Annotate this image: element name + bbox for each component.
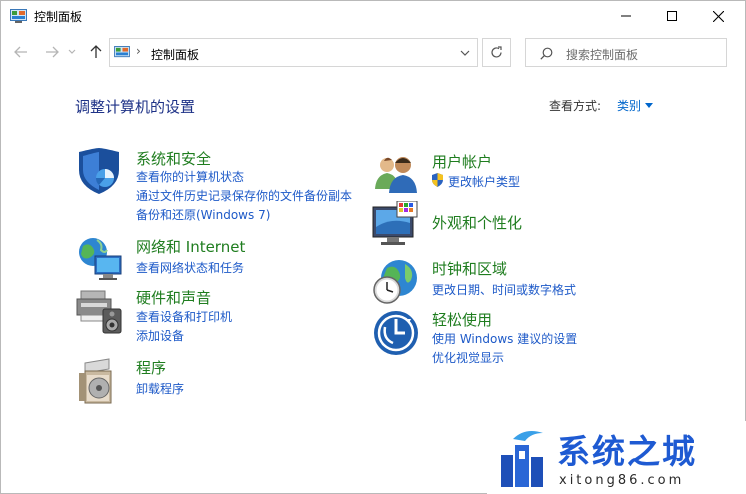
link-change-account-type[interactable]: 更改帐户类型	[448, 173, 520, 190]
search-box[interactable]: 搜索控制面板	[525, 38, 727, 67]
category-title[interactable]: 程序	[136, 357, 166, 378]
category-programs: 程序 卸载程序	[75, 357, 365, 405]
link-network-status[interactable]: 查看网络状态和任务	[136, 259, 244, 276]
arrow-right-icon	[46, 46, 59, 58]
category-system-security: 系统和安全 查看你的计算机状态 通过文件历史记录保存你的文件备份副本 备份和还原…	[75, 148, 365, 228]
watermark: 系统之城 xitong86.com	[487, 421, 746, 494]
category-user-accounts: 用户帐户 更改帐户类型	[371, 151, 671, 197]
refresh-icon	[491, 46, 502, 58]
control-panel-window: 控制面板 › 控制面板 搜索控制面板 调整计算机的设置 查看方式: 类别 系统和…	[0, 0, 746, 494]
view-by-label: 查看方式:	[549, 99, 602, 113]
maximize-icon	[667, 11, 677, 21]
category-title[interactable]: 用户帐户	[432, 151, 492, 172]
close-icon	[712, 10, 724, 22]
hardware-sound-icon[interactable]	[75, 287, 125, 335]
forward-button[interactable]	[41, 41, 63, 63]
category-ease-of-access: 轻松使用 使用 Windows 建议的设置 优化视觉显示	[371, 309, 671, 369]
control-panel-icon	[10, 9, 27, 23]
minimize-button[interactable]	[603, 1, 649, 31]
refresh-button[interactable]	[482, 38, 511, 67]
system-security-icon[interactable]	[75, 148, 125, 196]
programs-icon[interactable]	[75, 357, 125, 405]
recent-locations-button[interactable]	[65, 41, 79, 63]
category-title[interactable]: 系统和安全	[136, 148, 211, 169]
category-title[interactable]: 外观和个性化	[432, 212, 522, 233]
close-button[interactable]	[695, 1, 741, 31]
page-title: 调整计算机的设置	[75, 98, 196, 116]
arrow-up-icon	[90, 45, 102, 58]
link-devices-printers[interactable]: 查看设备和打印机	[136, 308, 232, 325]
category-hardware-sound: 硬件和声音 查看设备和打印机 添加设备	[75, 287, 365, 347]
window-title: 控制面板	[34, 10, 83, 24]
title-bar: 控制面板	[1, 1, 745, 31]
back-button[interactable]	[10, 41, 32, 63]
up-button[interactable]	[85, 41, 107, 63]
arrow-left-icon	[14, 46, 27, 58]
watermark-text: 系统之城	[557, 432, 697, 471]
category-network-internet: 网络和 Internet 查看网络状态和任务	[75, 236, 365, 282]
watermark-subtext: xitong86.com	[559, 473, 685, 488]
view-by-dropdown[interactable]: 类别	[617, 97, 654, 114]
clock-region-icon[interactable]	[371, 258, 421, 306]
chevron-down-icon[interactable]	[459, 47, 471, 59]
search-icon	[540, 47, 553, 60]
category-title[interactable]: 网络和 Internet	[136, 236, 245, 257]
address-bar[interactable]: › 控制面板	[109, 38, 478, 67]
network-icon[interactable]	[75, 236, 125, 284]
ease-of-access-icon[interactable]	[371, 309, 421, 357]
view-by-value[interactable]: 类别	[617, 97, 641, 114]
link-file-history-backup[interactable]: 通过文件历史记录保存你的文件备份副本	[136, 187, 352, 204]
link-uninstall-program[interactable]: 卸载程序	[136, 380, 184, 397]
watermark-logo-icon	[501, 431, 543, 487]
category-clock-region: 时钟和区域 更改日期、时间或数字格式	[371, 258, 671, 308]
appearance-icon[interactable]	[371, 201, 421, 249]
category-title[interactable]: 时钟和区域	[432, 258, 507, 279]
category-appearance: 外观和个性化	[371, 201, 671, 251]
link-add-device[interactable]: 添加设备	[136, 327, 184, 344]
link-view-computer-status[interactable]: 查看你的计算机状态	[136, 168, 244, 185]
category-title[interactable]: 硬件和声音	[136, 287, 211, 308]
caret-down-icon	[645, 103, 654, 108]
control-panel-icon	[114, 46, 130, 58]
minimize-icon	[621, 15, 631, 17]
category-title[interactable]: 轻松使用	[432, 309, 492, 330]
link-change-date-time-format[interactable]: 更改日期、时间或数字格式	[432, 281, 576, 298]
chevron-down-icon	[68, 49, 76, 54]
maximize-button[interactable]	[649, 1, 695, 31]
link-optimize-visual-display[interactable]: 优化视觉显示	[432, 349, 504, 366]
user-accounts-icon[interactable]	[371, 151, 421, 199]
breadcrumb-separator[interactable]: ›	[136, 44, 141, 58]
link-recommended-settings[interactable]: 使用 Windows 建议的设置	[432, 330, 577, 347]
search-input[interactable]: 搜索控制面板	[566, 46, 638, 63]
link-backup-restore[interactable]: 备份和还原(Windows 7)	[136, 206, 270, 223]
uac-shield-icon	[432, 173, 443, 187]
breadcrumb-control-panel[interactable]: 控制面板	[151, 46, 199, 63]
navigation-bar: › 控制面板 搜索控制面板	[1, 35, 745, 69]
